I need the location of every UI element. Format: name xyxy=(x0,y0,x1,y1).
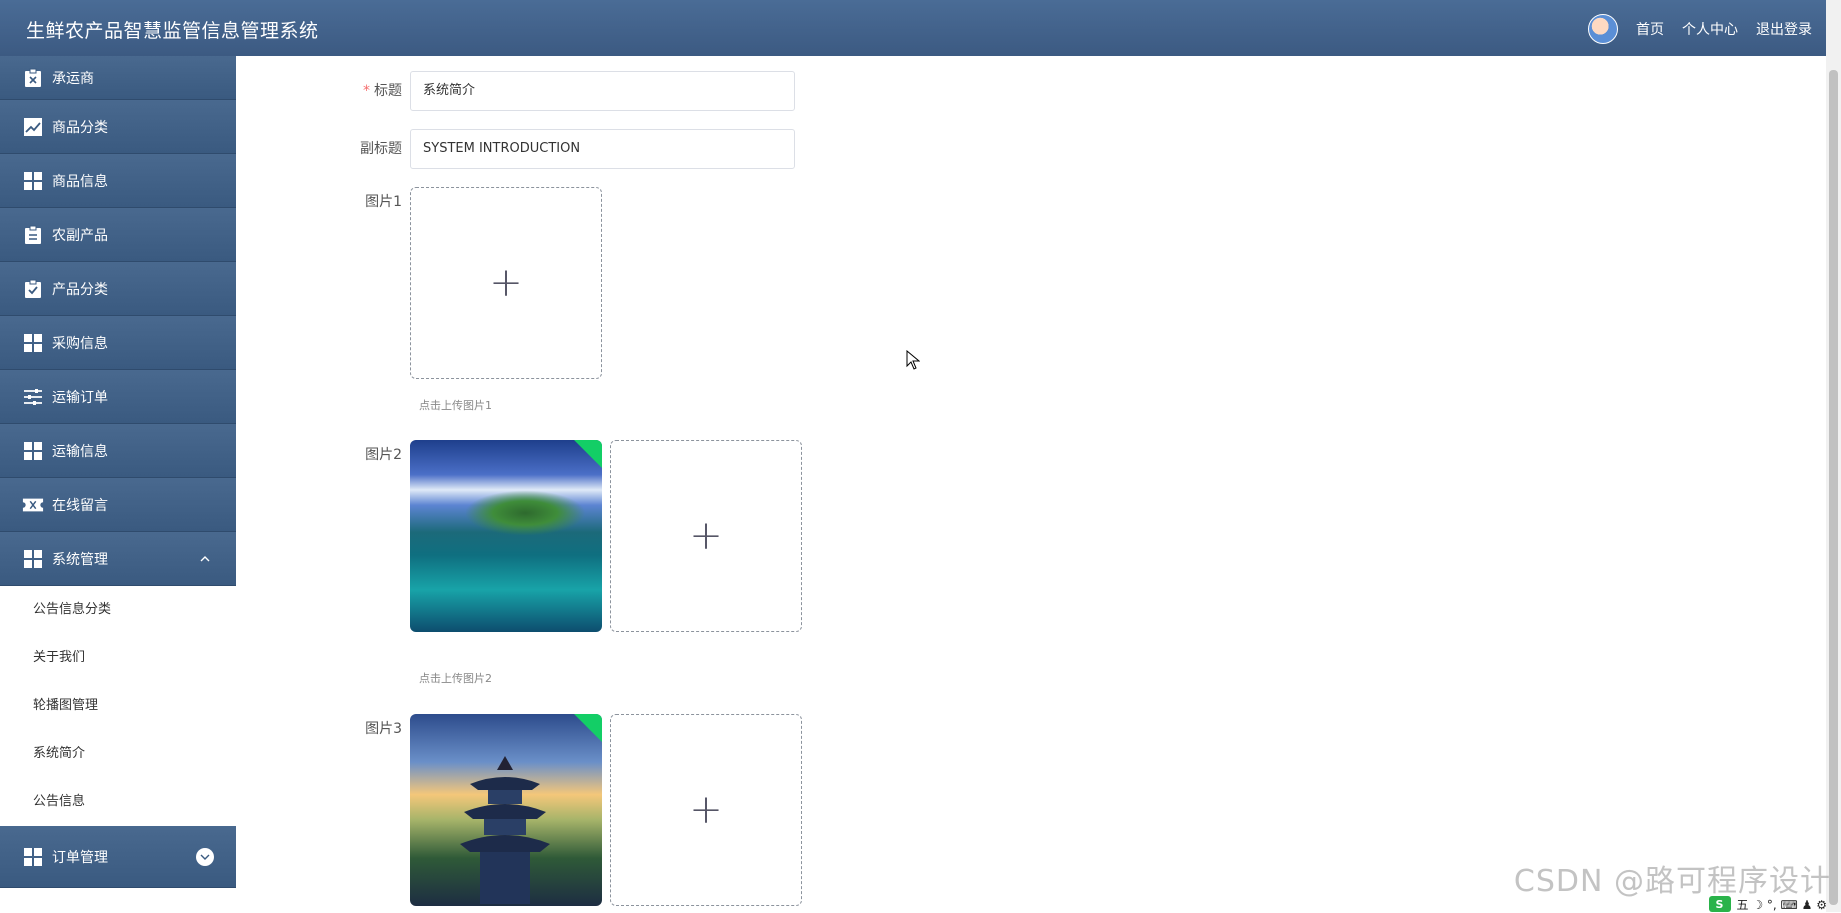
clipboard-x-icon xyxy=(22,67,44,89)
page-scrollbar[interactable] xyxy=(1826,0,1841,912)
pic3-row: 图片3 + xyxy=(236,714,802,906)
ime-tray: S 五 ☽ °, ⌨ ♟ ⚙ xyxy=(1709,896,1827,912)
mouse-cursor-icon xyxy=(906,350,920,370)
upload-success-badge xyxy=(572,714,602,745)
upload-success-badge xyxy=(572,440,602,471)
sidebar-item-label: 产品分类 xyxy=(52,279,108,299)
sidebar: 承运商 商品分类 商品信息 农副产品 产品分类 采购信息 运输订单 xyxy=(0,56,236,912)
submenu-item-notice-info[interactable]: 公告信息 xyxy=(0,778,236,826)
sidebar-item-label: 商品分类 xyxy=(52,117,108,137)
subtitle-label: 副标题 xyxy=(236,129,410,169)
pic2-thumbnail[interactable] xyxy=(410,440,602,632)
profile-link[interactable]: 个人中心 xyxy=(1682,19,1738,39)
line-chart-icon xyxy=(22,116,44,138)
plus-icon: + xyxy=(489,263,523,303)
submenu-item-carousel[interactable]: 轮播图管理 xyxy=(0,682,236,730)
sidebar-item-transport-info[interactable]: 运输信息 xyxy=(0,424,236,478)
sidebar-item-purchase-info[interactable]: 采购信息 xyxy=(0,316,236,370)
title-label: *标题 xyxy=(236,71,410,111)
ime-logo-icon[interactable]: S xyxy=(1709,896,1731,912)
sidebar-item-label: 在线留言 xyxy=(52,495,108,515)
sidebar-item-system-management[interactable]: 系统管理 xyxy=(0,532,236,586)
submenu-item-notice-category[interactable]: 公告信息分类 xyxy=(0,586,236,634)
grid-icon xyxy=(22,332,44,354)
sidebar-item-carrier[interactable]: 承运商 xyxy=(0,56,236,100)
pic1-upload-button[interactable]: + xyxy=(410,187,602,379)
sidebar-item-product-category[interactable]: 产品分类 xyxy=(0,262,236,316)
title-input[interactable]: 系统简介 xyxy=(410,71,795,111)
clipboard-list-icon xyxy=(22,224,44,246)
sidebar-item-label: 系统管理 xyxy=(52,549,108,569)
pic2-label: 图片2 xyxy=(236,440,410,632)
grid-icon xyxy=(22,548,44,570)
sidebar-item-label: 商品信息 xyxy=(52,171,108,191)
scrollbar-thumb[interactable] xyxy=(1829,70,1838,905)
sidebar-item-label: 运输信息 xyxy=(52,441,108,461)
pic3-label: 图片3 xyxy=(236,714,410,906)
pic3-thumbnail[interactable] xyxy=(410,714,602,906)
clipboard-check-icon xyxy=(22,278,44,300)
pic2-upload-button[interactable]: + xyxy=(610,440,802,632)
grid-icon xyxy=(22,170,44,192)
pic3-upload-button[interactable]: + xyxy=(610,714,802,906)
ime-tray-icons[interactable]: 五 ☽ °, ⌨ ♟ ⚙ xyxy=(1737,896,1827,913)
grid-icon xyxy=(22,846,44,868)
sidebar-item-messages[interactable]: 在线留言 xyxy=(0,478,236,532)
submenu-item-about-us[interactable]: 关于我们 xyxy=(0,634,236,682)
sidebar-item-transport-order[interactable]: 运输订单 xyxy=(0,370,236,424)
submenu-item-system-intro[interactable]: 系统简介 xyxy=(0,730,236,778)
sidebar-item-label: 承运商 xyxy=(52,68,94,88)
system-submenu: 公告信息分类 关于我们 轮播图管理 系统简介 公告信息 xyxy=(0,586,236,826)
sidebar-item-label: 订单管理 xyxy=(52,847,108,867)
home-link[interactable]: 首页 xyxy=(1636,19,1664,39)
grid-icon xyxy=(22,440,44,462)
plus-icon: + xyxy=(689,790,723,830)
user-avatar[interactable] xyxy=(1588,14,1618,44)
ticket-icon xyxy=(22,494,44,516)
pic1-label: 图片1 xyxy=(236,187,410,379)
sidebar-item-goods-category[interactable]: 商品分类 xyxy=(0,100,236,154)
title-label-text: 标题 xyxy=(374,83,402,99)
pagoda-image xyxy=(460,754,550,904)
header-actions: 首页 个人中心 退出登录 xyxy=(1588,14,1812,44)
sidebar-item-label: 农副产品 xyxy=(52,225,108,245)
logout-link[interactable]: 退出登录 xyxy=(1756,19,1812,39)
sidebar-item-farm-products[interactable]: 农副产品 xyxy=(0,208,236,262)
sliders-icon xyxy=(22,386,44,408)
sidebar-item-order-management[interactable]: 订单管理 xyxy=(0,826,236,888)
csdn-watermark: CSDN @路可程序设计 xyxy=(1514,856,1831,900)
pic1-hint: 点击上传图片1 xyxy=(419,397,492,413)
subtitle-input[interactable]: SYSTEM INTRODUCTION xyxy=(410,129,795,169)
pic2-row: 图片2 + xyxy=(236,440,802,632)
pic2-hint: 点击上传图片2 xyxy=(419,670,492,686)
chevron-up-icon[interactable] xyxy=(196,550,214,568)
subtitle-row: 副标题 SYSTEM INTRODUCTION xyxy=(236,129,795,169)
main-content: *标题 系统简介 副标题 SYSTEM INTRODUCTION 图片1 + 点… xyxy=(236,56,1826,912)
required-mark: * xyxy=(363,83,370,99)
sidebar-item-label: 采购信息 xyxy=(52,333,108,353)
top-header: 生鲜农产品智慧监管信息管理系统 首页 个人中心 退出登录 xyxy=(0,0,1826,56)
title-row: *标题 系统简介 xyxy=(236,71,795,111)
sidebar-item-goods-info[interactable]: 商品信息 xyxy=(0,154,236,208)
pic1-row: 图片1 + xyxy=(236,187,602,379)
chevron-down-icon[interactable] xyxy=(196,848,214,866)
plus-icon: + xyxy=(689,516,723,556)
app-title: 生鲜农产品智慧监管信息管理系统 xyxy=(26,16,319,43)
sidebar-item-label: 运输订单 xyxy=(52,387,108,407)
